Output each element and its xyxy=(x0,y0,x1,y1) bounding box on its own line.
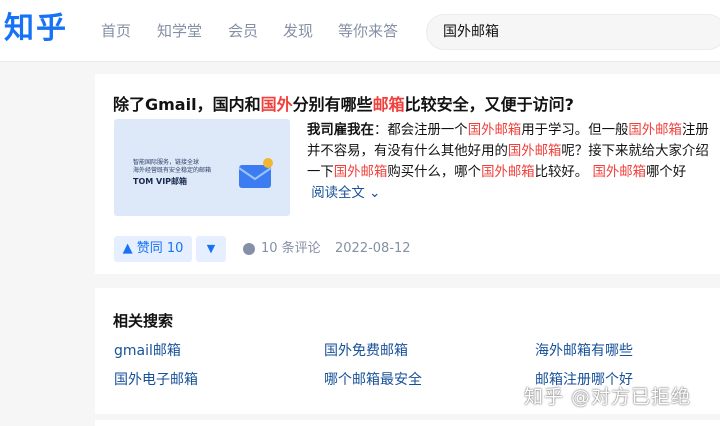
watermark: 知乎 @对方已拒绝 xyxy=(524,386,692,408)
answer-excerpt[interactable]: 我司雇我在：都会注册一个国外邮箱用于学习。但一般国外邮箱注册并不容易，有没有什么… xyxy=(307,120,715,204)
nav-membership[interactable]: 会员 xyxy=(228,20,258,42)
read-more-label: 阅读全文 xyxy=(311,186,365,201)
excerpt-text: 比较好。 xyxy=(534,165,593,180)
downvote-button[interactable]: ▼ xyxy=(196,236,226,262)
excerpt-text: 用于学习。但一般 xyxy=(521,123,629,138)
excerpt-highlight: 国外邮箱 xyxy=(467,123,522,138)
excerpt-highlight: 国外邮箱 xyxy=(333,165,388,180)
excerpt-text: 购买什么，哪个 xyxy=(387,165,482,180)
title-highlight: 邮箱 xyxy=(372,95,405,114)
answer-thumbnail[interactable]: 智能国际服务，链接全球 海外经营既有安全稳定的邮箱 TOM VIP邮箱 xyxy=(114,119,290,216)
zhihu-logo[interactable]: 知乎 xyxy=(4,9,68,49)
nav-waiting-answers[interactable]: 等你来答 xyxy=(338,20,398,42)
search-input[interactable]: 国外邮箱 xyxy=(426,14,720,50)
triangle-down-icon: ▼ xyxy=(206,242,216,255)
answer-card: 除了Gmail，国内和国外分别有哪些邮箱比较安全，又便于访问? 智能国际服务，链… xyxy=(95,74,720,274)
excerpt-text: ：都会注册一个 xyxy=(373,123,468,138)
top-header: 知乎 首页 知学堂 会员 发现 等你来答 国外邮箱 xyxy=(0,0,720,62)
related-link[interactable]: 国外电子邮箱 xyxy=(114,370,198,390)
title-text: 比较安全，又便于访问? xyxy=(404,95,574,114)
title-highlight: 国外 xyxy=(260,95,293,114)
related-searches-title: 相关搜索 xyxy=(113,312,174,330)
nav-zhixuetang[interactable]: 知学堂 xyxy=(157,20,202,42)
thumb-caption-2: 海外经营既有安全稳定的邮箱 xyxy=(133,167,212,174)
related-link[interactable]: 国外免费邮箱 xyxy=(324,341,408,361)
related-link[interactable]: 海外邮箱有哪些 xyxy=(535,341,633,361)
related-link[interactable]: gmail邮箱 xyxy=(114,341,181,361)
next-card-peek xyxy=(95,420,720,426)
title-text: 除了Gmail，国内和 xyxy=(113,95,261,114)
excerpt-highlight: 国外邮箱 xyxy=(628,123,682,138)
thumb-caption-1: 智能国际服务，链接全球 xyxy=(133,159,200,166)
excerpt-text: 哪个好 xyxy=(646,165,687,180)
related-link[interactable]: 哪个邮箱最安全 xyxy=(324,370,422,390)
search-query: 国外邮箱 xyxy=(443,24,499,40)
answer-title[interactable]: 除了Gmail，国内和国外分别有哪些邮箱比较安全，又便于访问? xyxy=(113,94,574,116)
nav-home[interactable]: 首页 xyxy=(101,20,131,42)
envelope-icon xyxy=(238,158,273,188)
title-text: 分别有哪些 xyxy=(292,95,373,114)
upvote-label: 赞同 10 xyxy=(136,241,184,256)
chevron-down-icon: ⌄ xyxy=(369,186,381,201)
read-more-link[interactable]: 阅读全文 ⌄ xyxy=(307,186,380,201)
comments-count[interactable]: 10 条评论 xyxy=(261,239,321,259)
thumb-brand: TOM VIP邮箱 xyxy=(133,177,188,186)
triangle-up-icon: ▲ xyxy=(122,241,133,256)
upvote-button[interactable]: ▲ 赞同 10 xyxy=(114,236,192,262)
comment-icon xyxy=(243,243,255,255)
excerpt-highlight: 国外邮箱 xyxy=(592,165,647,180)
excerpt-highlight: 国外邮箱 xyxy=(481,165,535,180)
excerpt-highlight: 国外邮箱 xyxy=(507,144,562,159)
nav-discover[interactable]: 发现 xyxy=(283,20,313,42)
author-name[interactable]: 我司雇我在 xyxy=(307,123,374,138)
answer-date: 2022-08-12 xyxy=(335,241,411,256)
